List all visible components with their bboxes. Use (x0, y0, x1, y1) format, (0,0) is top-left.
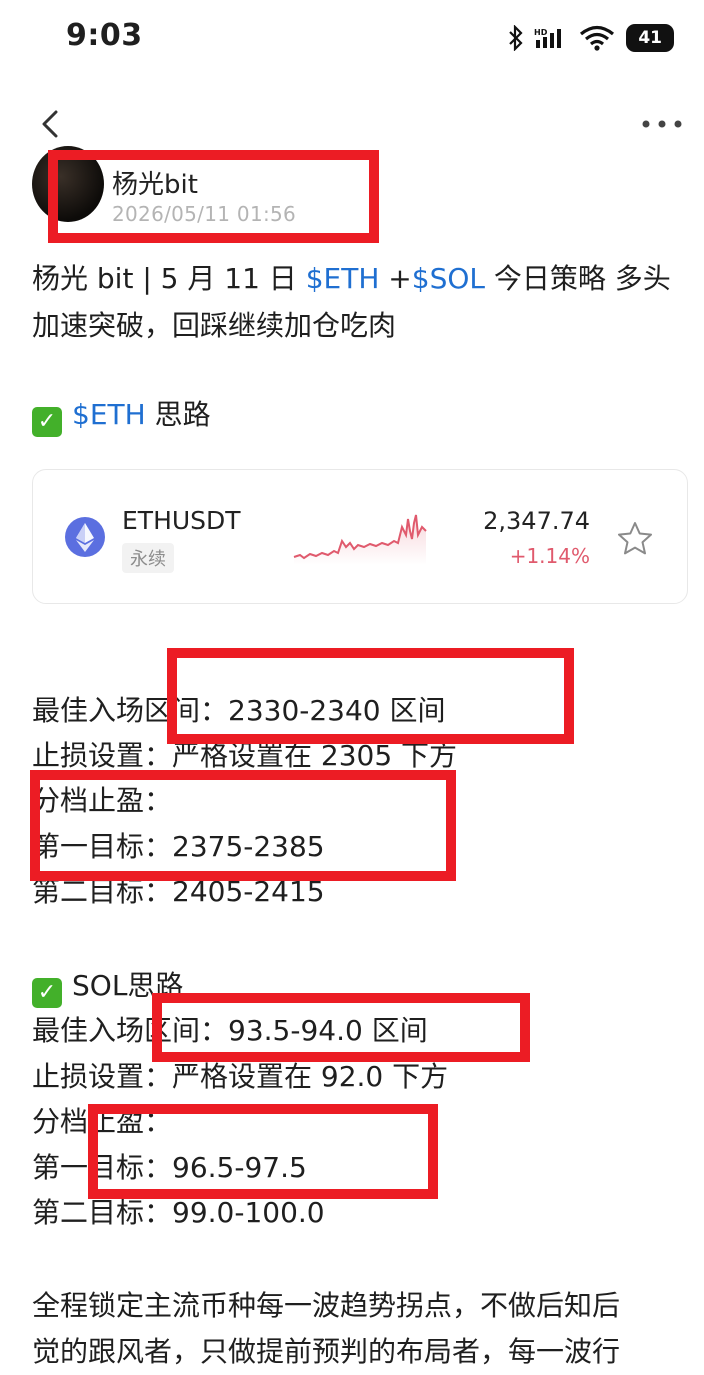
eth-section-heading: ✓ $ETH 思路 (32, 392, 211, 438)
status-time: 9:03 (66, 18, 143, 53)
redaction-box (167, 648, 574, 744)
ethereum-icon (65, 517, 105, 557)
ticker-change: +1.14% (509, 544, 590, 568)
redaction-box (88, 1104, 438, 1199)
ticker-symbol: ETHUSDT (122, 506, 241, 535)
bluetooth-icon (509, 25, 523, 51)
wifi-icon (580, 25, 615, 51)
svg-text:HD: HD (534, 28, 548, 37)
redaction-box (152, 993, 530, 1062)
status-icons: HD 41 (508, 20, 674, 56)
ticker-price: 2,347.74 (483, 507, 590, 535)
back-icon[interactable] (34, 104, 70, 144)
post-title: 杨光 bit | 5 月 11 日 $ETH +$SOL 今日策略 多头 (32, 262, 671, 295)
post-title-line2: 加速突破，回踩继续加仓吃肉 (32, 309, 397, 342)
closing-line1: 全程锁定主流币种每一波趋势拐点，不做后知后 (32, 1289, 621, 1322)
closing-line2: 觉的跟风者，只做提前预判的布局者，每一波行 (32, 1335, 621, 1368)
battery-indicator: 41 (626, 24, 674, 52)
more-options-icon[interactable] (640, 114, 684, 134)
price-sparkline (293, 514, 427, 565)
eth-heading-tag[interactable]: $ETH (72, 398, 146, 431)
check-icon: ✓ (32, 978, 62, 1008)
redaction-box (30, 770, 456, 881)
eth-tag-link[interactable]: $ETH (306, 262, 380, 295)
redaction-box (48, 150, 379, 243)
signal-icon: HD (534, 28, 562, 48)
sol-tag-link[interactable]: $SOL (412, 262, 485, 295)
contract-type-badge: 永续 (122, 543, 174, 573)
favorite-star-icon[interactable] (616, 520, 654, 558)
check-icon: ✓ (32, 407, 62, 437)
